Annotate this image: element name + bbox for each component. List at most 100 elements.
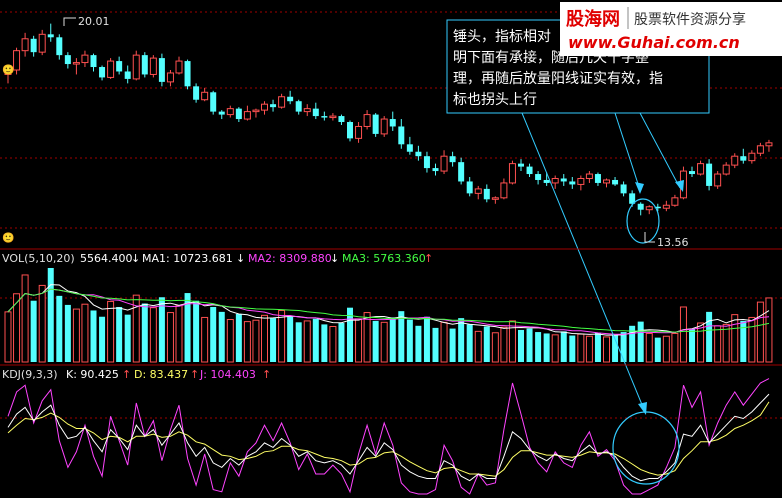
candle-body [415, 151, 422, 157]
candle-body [722, 164, 730, 175]
candle-body [347, 122, 353, 139]
volume-bar [654, 337, 661, 362]
candle-body [662, 204, 670, 209]
candle-body [585, 173, 593, 179]
volume-bar [406, 319, 413, 362]
volume-bar [30, 300, 37, 362]
candle-body [81, 54, 89, 64]
candle-body [184, 61, 191, 87]
volume-bar [706, 311, 713, 362]
candle-body [47, 34, 54, 38]
volume-bar [81, 303, 89, 363]
candle-body [526, 166, 533, 175]
volume-bar [518, 329, 524, 362]
volume-bar [491, 332, 499, 363]
candle-body [731, 155, 739, 166]
k-arrow-up-icon: ↑ [122, 368, 131, 381]
candle-body [303, 108, 311, 113]
volume-bar [4, 311, 12, 363]
candle-body [535, 174, 542, 180]
candle-body [518, 163, 524, 167]
volume-bar [722, 323, 730, 363]
candle-body [440, 155, 448, 172]
volume-bar [38, 284, 46, 363]
candle-body [398, 126, 405, 145]
volume-bar [508, 320, 516, 363]
kdj-header: KDJ(9,3,3) K: 90.425 ↑ D: 83.437 ↑ J: 10… [2, 368, 271, 381]
candle-body [706, 163, 713, 186]
volume-bar [278, 309, 286, 363]
candle-body [612, 179, 619, 185]
candle-body [458, 162, 465, 182]
volume-bar [389, 317, 396, 362]
watermark-slogan: 股票软件资源分享 [634, 11, 746, 28]
volume-bar [474, 330, 482, 363]
volume-bar [158, 297, 165, 362]
volume-bar [99, 316, 106, 362]
candle-body [569, 181, 576, 185]
kdj-k-label: K: 90.425 [66, 368, 119, 381]
candle-body [355, 125, 363, 139]
volume-bar [166, 312, 174, 363]
volume-bar [560, 331, 567, 362]
kdj-title: KDJ(9,3,3) [2, 368, 58, 381]
candle-body [166, 72, 174, 83]
volume-bar [415, 325, 422, 362]
watermark-url: www.Guhai.com.cn [568, 33, 740, 52]
candle-body [466, 181, 473, 194]
candle-body [363, 114, 371, 127]
candle-body [372, 114, 379, 134]
volume-bar [569, 335, 576, 362]
volume-bar [697, 322, 705, 363]
kdj-d-label: D: 83.437 [134, 368, 188, 381]
candle-body [577, 177, 585, 185]
candle-body [56, 37, 63, 56]
candle-body [637, 203, 644, 210]
candle-body [321, 116, 328, 118]
candle-body [295, 101, 302, 112]
candle-body [107, 60, 115, 78]
volume-bar [355, 318, 363, 363]
candle-body [714, 173, 722, 187]
volume-bar [107, 300, 115, 363]
volume-bar [526, 328, 533, 362]
candle-body [226, 108, 234, 116]
vol-ma2-label: MA2: 8309.880 [248, 252, 332, 265]
j-arrow-up-icon: ↑ [262, 368, 271, 381]
annotation-line-3: 理，再随后放量阳线证实有效，指 [453, 71, 663, 87]
kdj-j-label: J: 104.403 [199, 368, 256, 381]
volume-bar [218, 311, 225, 362]
candle-body [90, 55, 97, 68]
candle-body [748, 152, 756, 162]
annotation-line-1: 锤头，指标相对 [453, 29, 551, 45]
candle-body [594, 174, 601, 183]
candle-body [218, 111, 225, 115]
volume-bar [295, 322, 302, 362]
candle-body [645, 206, 653, 211]
stock-chart: 20.01 13.56 🙂 🙂 VOL(5,10,20) 5564.400 ↓ … [0, 0, 782, 498]
d-arrow-up-icon: ↑ [190, 368, 199, 381]
annotation-line-4: 标也拐头上行 [453, 92, 537, 108]
volume-bar [423, 316, 430, 362]
candle-body [38, 33, 46, 53]
candle-body [551, 177, 559, 184]
candle-body [158, 58, 165, 82]
candle-body [740, 156, 747, 161]
corner-mark-top: 🙂 [2, 64, 14, 76]
volume-bar [141, 303, 148, 362]
candle-body [449, 156, 456, 163]
vol-header: VOL(5,10,20) 5564.400 ↓ MA1: 10723.681 ↓… [2, 252, 433, 265]
candle-body [30, 38, 37, 53]
candle-body [149, 57, 157, 75]
volume-bar [594, 332, 601, 362]
volume-bar [603, 336, 610, 363]
volume-bar [577, 333, 585, 363]
volume-bar [500, 326, 508, 363]
volume-bar [679, 306, 687, 363]
candle-body [756, 145, 764, 154]
candle-body [689, 171, 695, 175]
candle-body [500, 182, 508, 199]
volume-bar [124, 314, 131, 362]
candle-body [243, 111, 251, 120]
candle-body [508, 163, 516, 184]
